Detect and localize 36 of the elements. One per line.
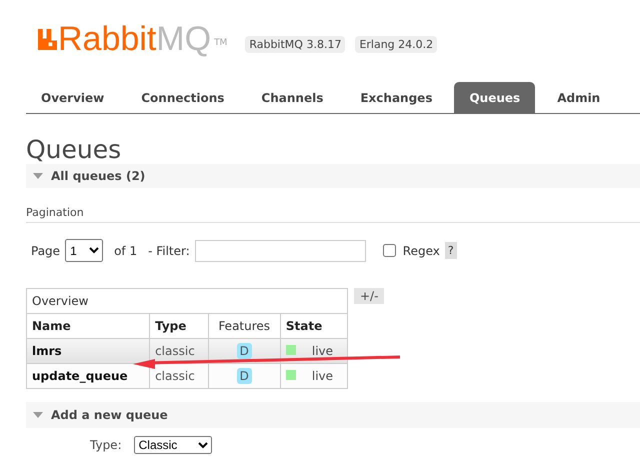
state-text: live xyxy=(312,344,334,358)
columns-toggle-button[interactable]: +/- xyxy=(354,288,384,304)
page-title: Queues xyxy=(26,136,122,164)
page-count: of 1 xyxy=(114,244,138,258)
state-text: live xyxy=(312,369,334,383)
page-select[interactable]: 1 xyxy=(65,239,104,262)
section-header[interactable]: Add a new queue xyxy=(26,402,640,428)
logo-icon xyxy=(38,29,57,50)
durable-badge: D xyxy=(236,368,252,384)
section-title: Add a new queue xyxy=(51,408,168,422)
trademark: TM xyxy=(214,38,228,48)
nav-tab[interactable]: Admin xyxy=(542,82,616,113)
version-badge: Erlang 24.0.2 xyxy=(355,36,438,53)
section-title: All queues (2) xyxy=(51,169,146,183)
durable-badge: D xyxy=(236,343,252,359)
nav-tab[interactable]: Channels xyxy=(246,82,338,113)
nav-tab[interactable]: Queues xyxy=(454,82,536,113)
regex-checkbox[interactable] xyxy=(382,244,396,257)
filter-field[interactable] xyxy=(194,240,366,262)
column-group-header: Overview xyxy=(26,288,348,314)
nav-tab[interactable]: Overview xyxy=(26,82,120,113)
subheading: Pagination xyxy=(26,206,640,223)
status-icon xyxy=(286,370,296,380)
type-select[interactable]: Classic xyxy=(134,436,212,454)
nav-tab[interactable]: Exchanges xyxy=(345,82,448,113)
type-label: Type: xyxy=(90,438,122,452)
logo-text: Rabbit xyxy=(58,22,156,56)
section-header[interactable]: All queues (2) xyxy=(26,164,640,188)
logo-text: MQ xyxy=(156,22,212,56)
version-badge: RabbitMQ 3.8.17 xyxy=(245,36,346,53)
page-label: Page xyxy=(31,244,60,258)
filter-label: - Filter: xyxy=(148,244,190,258)
regex-label: Regex xyxy=(402,244,440,258)
status-icon xyxy=(286,345,296,355)
help-button[interactable]: ? xyxy=(444,242,457,259)
nav-tab[interactable]: Connections xyxy=(126,82,240,113)
